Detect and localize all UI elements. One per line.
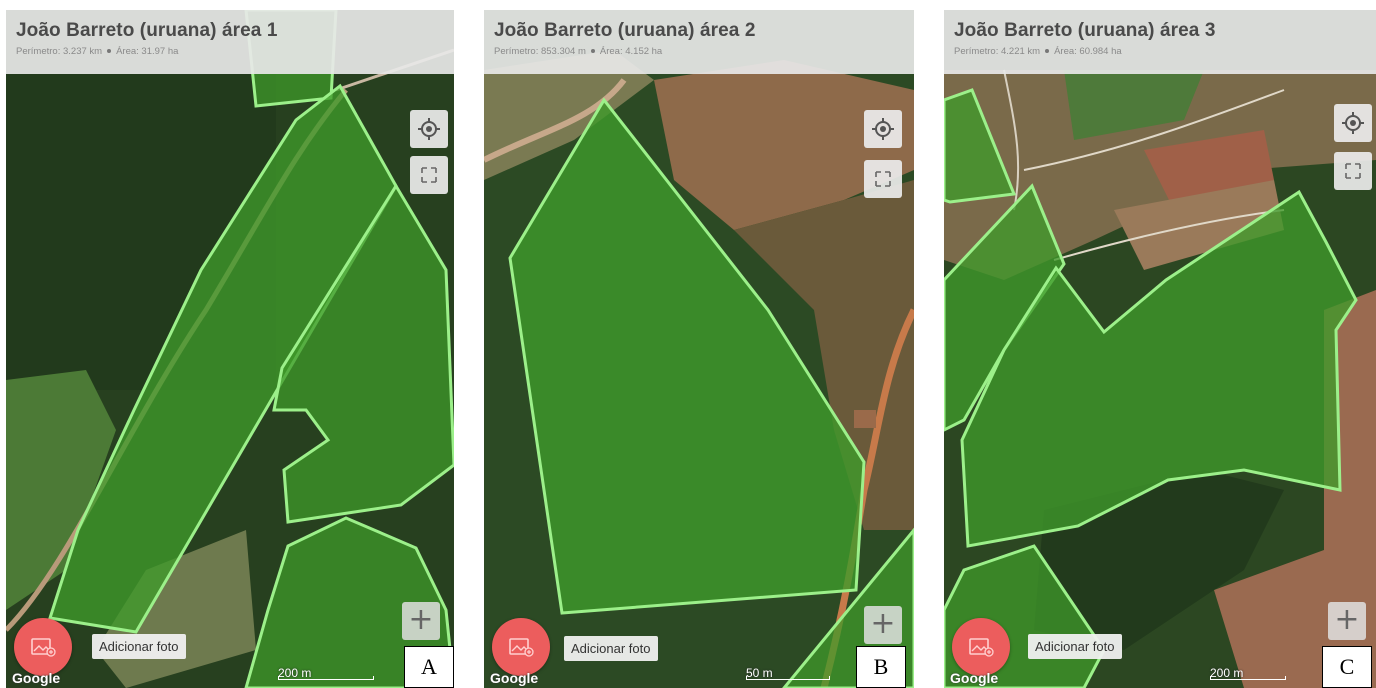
fullscreen-icon — [421, 167, 437, 183]
perimeter-value: Perímetro: 4.221 km — [954, 46, 1041, 57]
my-location-button[interactable] — [410, 110, 448, 148]
fullscreen-icon — [875, 171, 891, 187]
add-photo-button[interactable] — [14, 618, 72, 676]
area-value: Área: 4.152 ha — [599, 46, 663, 57]
fullscreen-button[interactable] — [410, 156, 448, 194]
perimeter-value: Perímetro: 3.237 km — [16, 46, 103, 57]
satellite-map[interactable] — [944, 10, 1376, 688]
area-title: João Barreto (uruana) área 2 — [494, 20, 756, 41]
area-value: Área: 60.984 ha — [1054, 46, 1122, 57]
add-photo-button[interactable] — [492, 618, 550, 676]
my-location-icon — [418, 118, 440, 140]
zoom-in-button[interactable]: + — [402, 602, 440, 640]
add-photo-label[interactable]: Adicionar foto — [1028, 634, 1122, 659]
scale-bar — [746, 676, 830, 680]
scale-bar — [1210, 676, 1286, 680]
add-photo-icon — [31, 638, 56, 657]
fullscreen-button[interactable] — [1334, 152, 1372, 190]
map-panel-b[interactable]: João Barreto (uruana) área 2 Perímetro: … — [484, 10, 914, 688]
add-photo-label[interactable]: Adicionar foto — [564, 636, 658, 661]
my-location-icon — [1342, 112, 1364, 134]
fullscreen-button[interactable] — [864, 160, 902, 198]
map-header: João Barreto (uruana) área 1 Perímetro: … — [6, 10, 454, 74]
figure-letter: C — [1322, 646, 1372, 688]
my-location-button[interactable] — [864, 110, 902, 148]
google-logo: Google — [490, 670, 539, 686]
add-photo-label[interactable]: Adicionar foto — [92, 634, 186, 659]
map-scale: 50 m — [746, 666, 830, 680]
map-scale: 200 m — [278, 666, 374, 680]
separator-dot-icon — [1045, 49, 1050, 53]
map-scale: 200 m — [1210, 666, 1286, 680]
area-stats: Perímetro: 3.237 km Área: 31.97 ha — [16, 46, 444, 57]
google-logo: Google — [12, 670, 61, 686]
zoom-in-button[interactable]: + — [864, 606, 902, 644]
area-title: João Barreto (uruana) área 1 — [16, 20, 278, 41]
add-photo-button[interactable] — [952, 618, 1010, 676]
satellite-map[interactable] — [6, 10, 454, 688]
google-logo: Google — [950, 670, 999, 686]
area-value: Área: 31.97 ha — [116, 46, 179, 57]
my-location-button[interactable] — [1334, 104, 1372, 142]
figure-letter: B — [856, 646, 906, 688]
map-panel-a[interactable]: João Barreto (uruana) área 1 Perímetro: … — [6, 10, 454, 688]
map-header: João Barreto (uruana) área 3 Perímetro: … — [944, 10, 1376, 74]
scale-bar — [278, 676, 374, 680]
map-panel-c[interactable]: João Barreto (uruana) área 3 Perímetro: … — [944, 10, 1376, 688]
area-title: João Barreto (uruana) área 3 — [954, 20, 1216, 41]
separator-dot-icon — [107, 49, 112, 53]
separator-dot-icon — [590, 49, 595, 53]
area-stats: Perímetro: 853.304 m Área: 4.152 ha — [494, 46, 904, 57]
add-photo-icon — [969, 638, 994, 657]
perimeter-value: Perímetro: 853.304 m — [494, 46, 586, 57]
figure-letter: A — [404, 646, 454, 688]
area-stats: Perímetro: 4.221 km Área: 60.984 ha — [954, 46, 1366, 57]
my-location-icon — [872, 118, 894, 140]
fullscreen-icon — [1345, 163, 1361, 179]
zoom-in-button[interactable]: + — [1328, 602, 1366, 640]
add-photo-icon — [509, 638, 534, 657]
satellite-map[interactable] — [484, 10, 914, 688]
map-header: João Barreto (uruana) área 2 Perímetro: … — [484, 10, 914, 74]
